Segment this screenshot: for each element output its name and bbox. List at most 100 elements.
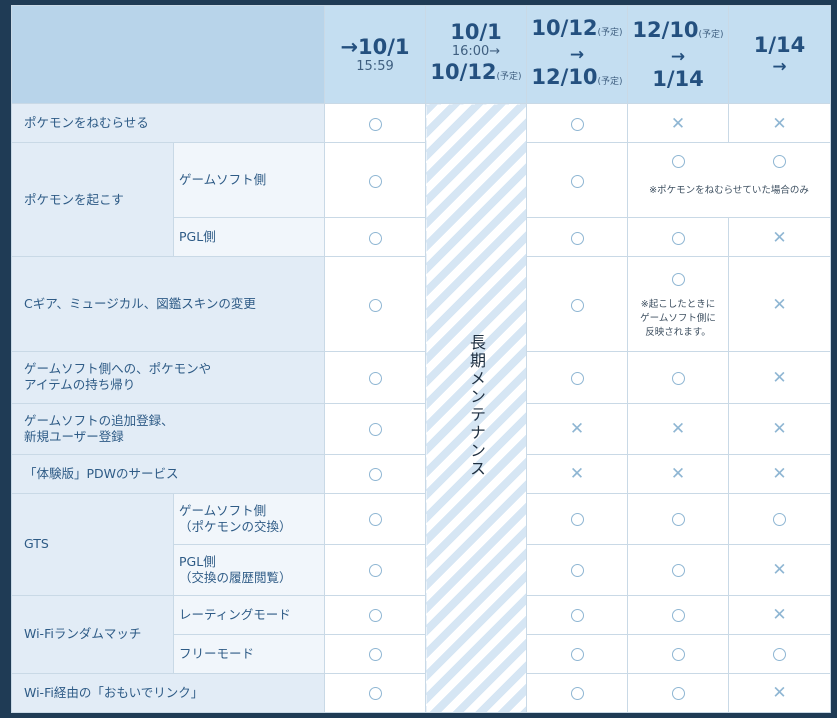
available-mark — [570, 174, 584, 188]
header-date-value: 10/12 — [430, 60, 497, 85]
sleep-only-note: ※ポケモンをねむらせていた場合のみ — [649, 185, 809, 197]
unavailable-mark: ✕ — [670, 419, 686, 440]
header-col-maintenance: 10/1 16:00→ 10/12(予定) — [425, 4, 527, 105]
mark-cell — [526, 672, 628, 714]
mark-cell — [627, 351, 729, 404]
row-label: GTS — [11, 492, 174, 596]
table-row: ポケモンをねむらせる 長期メンテナンス ✕ ✕ — [11, 103, 831, 713]
mark-cell — [324, 402, 426, 455]
row-sublabel-line: PGL側 — [179, 553, 216, 569]
row-sublabel: PGL側 （交換の履歴閲覧） — [173, 543, 325, 596]
available-mark — [570, 231, 584, 245]
row-label-line: 新規ユーザー登録 — [24, 428, 124, 444]
mark-cell: ✕ — [728, 672, 831, 714]
available-mark — [570, 513, 584, 527]
available-mark — [368, 513, 382, 527]
mark-cell — [526, 217, 628, 258]
available-mark — [570, 609, 584, 623]
table-row: ポケモンを起こす ゲームソフト側 ※ポケモンをねむらせていた場合のみ — [11, 142, 831, 258]
unavailable-mark: ✕ — [772, 560, 787, 581]
mark-cell: ✕ — [526, 453, 628, 494]
header-date-value: 12/10 — [632, 18, 699, 43]
available-mark — [773, 648, 786, 662]
available-mark — [671, 371, 685, 385]
header-row: →10/1 15:59 10/1 16:00→ 10/12(予定) 10/12(… — [11, 4, 831, 105]
header-time: 15:59 — [356, 58, 394, 74]
planned-tag: (予定) — [698, 30, 724, 41]
mark-cell: ✕ — [728, 351, 831, 404]
row-label: Wi-Fi経由の「おもいでリンク」 — [11, 672, 325, 714]
unavailable-mark: ✕ — [772, 683, 787, 704]
mark-cell — [324, 492, 426, 545]
header-date: 10/12(予定) — [527, 16, 627, 45]
mark-cell — [324, 453, 426, 494]
header-date: 10/12(予定) — [426, 60, 526, 89]
available-mark — [671, 687, 685, 701]
row-sublabel: レーティングモード — [173, 594, 325, 635]
available-mark — [368, 648, 382, 662]
header-date: 1/14 — [652, 67, 704, 92]
mark-cell: ✕ — [728, 543, 831, 596]
table-row: GTS ゲームソフト側 （ポケモンの交換） — [11, 492, 831, 596]
mark-cell — [627, 594, 729, 635]
mark-cell: ✕ — [627, 402, 729, 455]
mark-cell — [526, 633, 628, 674]
available-mark — [368, 174, 382, 188]
mark-cell: ✕ — [728, 453, 831, 494]
mark-cell — [526, 351, 628, 404]
header-date: 12/10(予定) — [628, 18, 728, 47]
row-sublabel: PGL側 — [173, 217, 325, 258]
table-row: ゲームソフト側への、ポケモンや アイテムの持ち帰り ✕ — [11, 351, 831, 404]
row-sublabel-line: ゲームソフト側 — [179, 502, 267, 518]
row-label: ゲームソフトの追加登録、 新規ユーザー登録 — [11, 402, 325, 455]
planned-tag: (予定) — [597, 76, 623, 87]
available-mark — [570, 648, 584, 662]
row-label: ゲームソフト側への、ポケモンや アイテムの持ち帰り — [11, 351, 325, 404]
mark-cell — [627, 543, 729, 596]
available-mark — [368, 468, 382, 482]
available-mark — [368, 609, 382, 623]
arrow-icon: → — [772, 56, 787, 77]
mark-cell — [526, 543, 628, 596]
available-mark — [570, 117, 584, 131]
unavailable-mark: ✕ — [772, 367, 787, 388]
available-mark — [368, 423, 382, 437]
header-col-10-12-to-12-10: 10/12(予定) → 12/10(予定) — [526, 4, 628, 105]
row-label: Wi-Fiランダムマッチ — [11, 594, 174, 674]
mark-cell — [526, 142, 628, 219]
available-mark — [570, 687, 584, 701]
available-mark — [368, 117, 382, 131]
table-row: ゲームソフトの追加登録、 新規ユーザー登録 ✕ ✕ ✕ — [11, 402, 831, 455]
table-row: Wi-Fi経由の「おもいでリンク」 ✕ — [11, 672, 831, 714]
table-row: 「体験版」PDWのサービス ✕ ✕ ✕ — [11, 453, 831, 494]
planned-tag: (予定) — [597, 27, 623, 38]
header-date: 1/14 — [753, 32, 806, 57]
unavailable-mark: ✕ — [569, 419, 585, 440]
mark-cell — [526, 492, 628, 545]
available-mark — [671, 609, 685, 623]
available-mark — [368, 371, 382, 385]
row-label-line: ゲームソフトの追加登録、 — [24, 412, 174, 428]
unavailable-mark: ✕ — [772, 464, 787, 485]
mark-cell — [324, 103, 426, 144]
service-schedule-table: →10/1 15:59 10/1 16:00→ 10/12(予定) 10/12(… — [11, 4, 831, 714]
unavailable-mark: ✕ — [569, 464, 585, 485]
mark-cell — [627, 633, 729, 674]
unavailable-mark: ✕ — [772, 605, 787, 626]
reflect-note-line: ※起こしたときに — [640, 298, 716, 310]
available-mark — [773, 155, 786, 169]
row-label-line: ゲームソフト側への、ポケモンや — [24, 361, 212, 377]
mark-cell: ※起こしたときに ゲームソフト側に 反映されます。 — [627, 256, 729, 353]
header-date-value: 12/10 — [531, 64, 598, 89]
available-mark — [671, 648, 685, 662]
header-col-12-10-to-1-14: 12/10(予定) → 1/14 — [627, 4, 729, 105]
table-row: Wi-Fiランダムマッチ レーティングモード ✕ — [11, 594, 831, 674]
available-mark — [570, 298, 584, 312]
planned-tag: (予定) — [496, 72, 522, 83]
mark-cell: ✕ — [728, 594, 831, 635]
unavailable-mark: ✕ — [772, 113, 787, 134]
maintenance-label: 長期メンテナンス — [467, 334, 486, 479]
unavailable-mark: ✕ — [772, 227, 787, 248]
available-mark — [570, 564, 584, 578]
header-time: 16:00→ — [451, 44, 501, 60]
